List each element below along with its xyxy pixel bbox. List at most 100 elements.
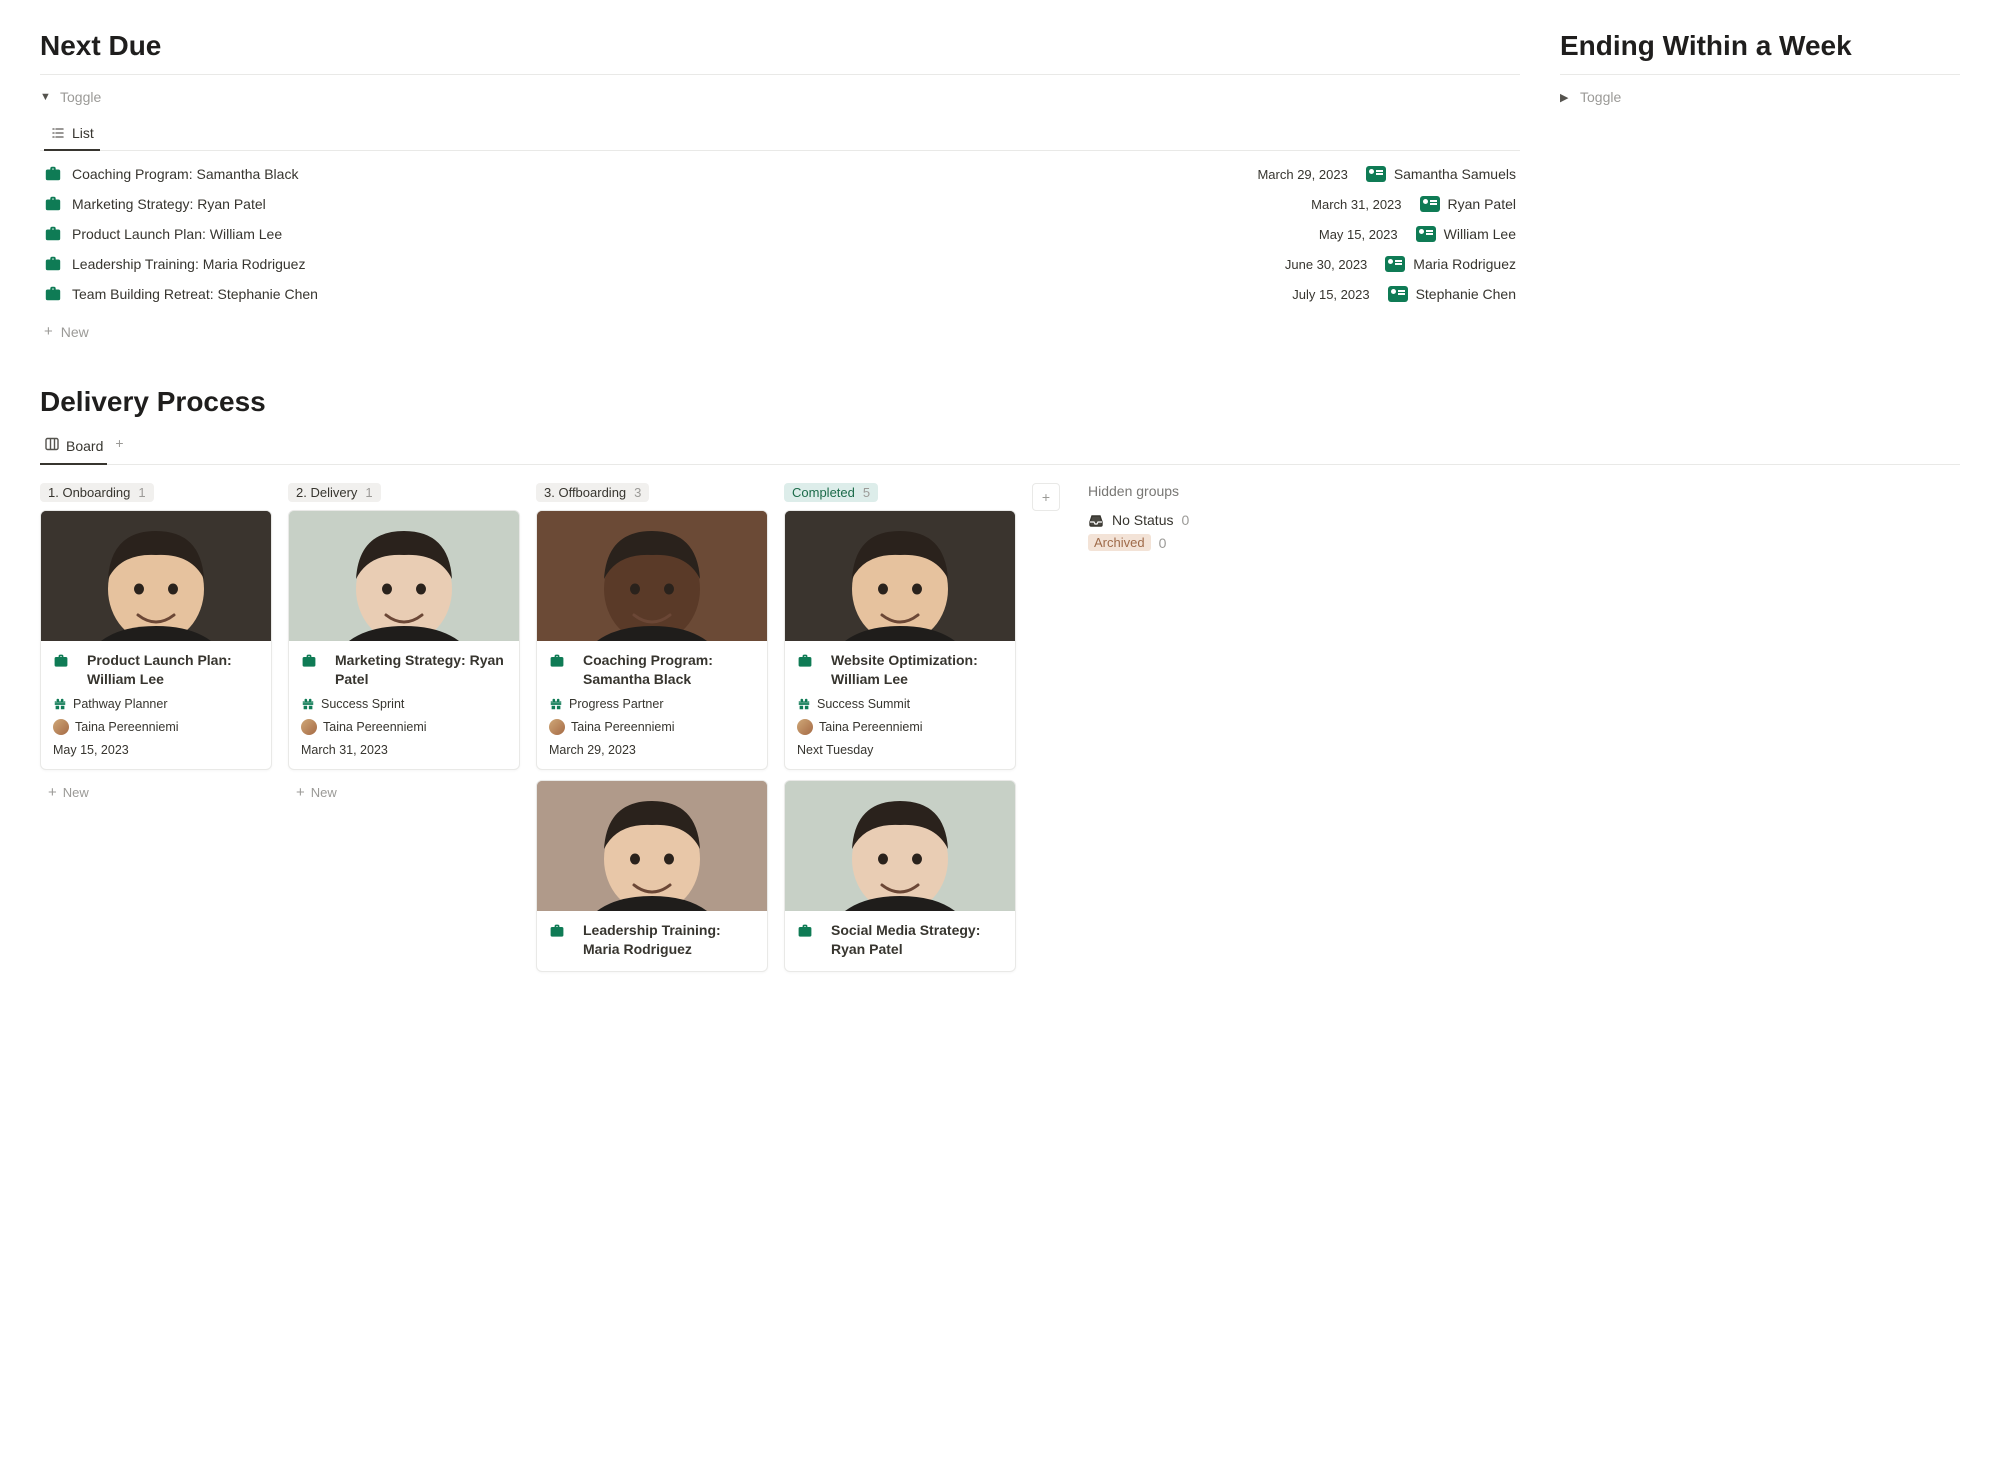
briefcase-icon [44, 195, 62, 213]
column-header[interactable]: 2. Delivery 1 [288, 483, 381, 502]
column-header[interactable]: Completed 5 [784, 483, 878, 502]
column-count: 3 [634, 485, 641, 500]
list-item-date: March 31, 2023 [1311, 197, 1401, 212]
hidden-item-count: 0 [1181, 512, 1189, 528]
gift-icon [53, 697, 67, 711]
board-card[interactable]: Website Optimization: William Lee Success… [784, 510, 1016, 770]
ending-week-title: Ending Within a Week [1560, 30, 1960, 62]
avatar-icon [797, 719, 813, 735]
list-item-person: Samantha Samuels [1394, 166, 1516, 182]
new-label: New [63, 785, 89, 800]
column-label: 1. Onboarding [48, 485, 130, 500]
list-item-date: June 30, 2023 [1285, 257, 1367, 272]
ending-toggle[interactable]: Toggle [1560, 85, 1960, 109]
briefcase-icon [549, 923, 565, 939]
column-label: 2. Delivery [296, 485, 357, 500]
board-column: 3. Offboarding 3 Coaching Program: Samant… [536, 483, 768, 982]
list-new-row[interactable]: + New [40, 317, 1520, 346]
hidden-group-item[interactable]: Archived 0 [1088, 531, 1189, 554]
card-date: Next Tuesday [797, 743, 1003, 757]
toggle-arrow-icon [40, 91, 54, 103]
inbox-icon [1088, 512, 1104, 528]
card-image [41, 511, 271, 641]
column-new-button[interactable]: +New [40, 780, 272, 805]
hidden-group-item[interactable]: No Status0 [1088, 509, 1189, 531]
list-item-date: May 15, 2023 [1319, 227, 1398, 242]
column-count: 1 [365, 485, 372, 500]
list-item-title: Marketing Strategy: Ryan Patel [72, 196, 1311, 212]
briefcase-icon [44, 255, 62, 273]
plus-icon: + [296, 784, 305, 801]
card-image [785, 511, 1015, 641]
avatar-icon [53, 719, 69, 735]
list-item[interactable]: Product Launch Plan: William LeeMay 15, … [40, 219, 1520, 249]
list-item-title: Product Launch Plan: William Lee [72, 226, 1319, 242]
gift-icon [797, 697, 811, 711]
add-column-button[interactable]: + [1032, 483, 1060, 511]
list-item-title: Team Building Retreat: Stephanie Chen [72, 286, 1292, 302]
card-image [289, 511, 519, 641]
card-image [785, 781, 1015, 911]
board-card[interactable]: Product Launch Plan: William LeePathway … [40, 510, 272, 770]
briefcase-icon [549, 653, 565, 669]
column-count: 1 [138, 485, 145, 500]
toggle-label: Toggle [60, 89, 101, 105]
column-new-button[interactable]: + New [288, 780, 520, 805]
person-card-icon [1416, 226, 1436, 242]
board-card[interactable]: Marketing Strategy: Ryan PatelSuccess Sp… [288, 510, 520, 770]
card-assignee: Taina Pereenniemi [323, 720, 427, 734]
briefcase-icon [44, 285, 62, 303]
list-item-date: March 29, 2023 [1257, 167, 1347, 182]
card-title: Social Media Strategy: Ryan Patel [831, 921, 1003, 959]
card-image [537, 781, 767, 911]
next-due-toggle[interactable]: Toggle [40, 85, 1520, 109]
person-card-icon [1420, 196, 1440, 212]
column-label: Completed [792, 485, 855, 500]
card-date: May 15, 2023 [53, 743, 259, 757]
column-count: 5 [863, 485, 870, 500]
toggle-label: Toggle [1580, 89, 1621, 105]
board-card[interactable]: Leadership Training: Maria Rodriguez [536, 780, 768, 972]
new-label: New [61, 324, 89, 340]
person-card-icon [1388, 286, 1408, 302]
board-column: Completed 5 Website Optimization: William… [784, 483, 1016, 982]
column-label: 3. Offboarding [544, 485, 626, 500]
archived-badge: Archived [1088, 534, 1151, 551]
hidden-groups: Hidden groups No Status0 Archived 0 [1088, 483, 1189, 554]
card-assignee: Taina Pereenniemi [571, 720, 675, 734]
card-title: Leadership Training: Maria Rodriguez [583, 921, 755, 959]
column-header[interactable]: 3. Offboarding 3 [536, 483, 649, 502]
card-package: Success Summit [817, 697, 910, 711]
hidden-groups-label: Hidden groups [1088, 483, 1189, 499]
card-date: March 29, 2023 [549, 743, 755, 757]
delivery-process-title: Delivery Process [40, 386, 1960, 418]
toggle-arrow-icon [1560, 91, 1574, 104]
board-view-label: Board [66, 438, 103, 454]
card-title: Coaching Program: Samantha Black [583, 651, 755, 689]
hidden-item-count: 0 [1159, 535, 1167, 551]
list-item[interactable]: Team Building Retreat: Stephanie ChenJul… [40, 279, 1520, 309]
card-package: Progress Partner [569, 697, 663, 711]
list-icon [50, 125, 66, 141]
list-item[interactable]: Coaching Program: Samantha BlackMarch 29… [40, 159, 1520, 189]
card-title: Marketing Strategy: Ryan Patel [335, 651, 507, 689]
list-item-date: July 15, 2023 [1292, 287, 1369, 302]
board-card[interactable]: Coaching Program: Samantha Black Progress… [536, 510, 768, 770]
list-view-label: List [72, 125, 94, 141]
card-date: March 31, 2023 [301, 743, 507, 757]
board-view-tab[interactable]: Board [40, 430, 107, 465]
card-assignee: Taina Pereenniemi [819, 720, 923, 734]
card-title: Website Optimization: William Lee [831, 651, 1003, 689]
add-view-button[interactable]: + [115, 435, 123, 459]
new-label: New [311, 785, 337, 800]
list-view-tab[interactable]: List [44, 119, 100, 151]
list-item[interactable]: Marketing Strategy: Ryan PatelMarch 31, … [40, 189, 1520, 219]
board-column: 1. Onboarding 1 Product Launch Plan: Will… [40, 483, 272, 805]
board-icon [44, 436, 60, 455]
next-due-title: Next Due [40, 30, 1520, 62]
board-card[interactable]: Social Media Strategy: Ryan Patel [784, 780, 1016, 972]
list-item[interactable]: Leadership Training: Maria RodriguezJune… [40, 249, 1520, 279]
person-card-icon [1366, 166, 1386, 182]
column-header[interactable]: 1. Onboarding 1 [40, 483, 154, 502]
list-item-person: Ryan Patel [1448, 196, 1516, 212]
